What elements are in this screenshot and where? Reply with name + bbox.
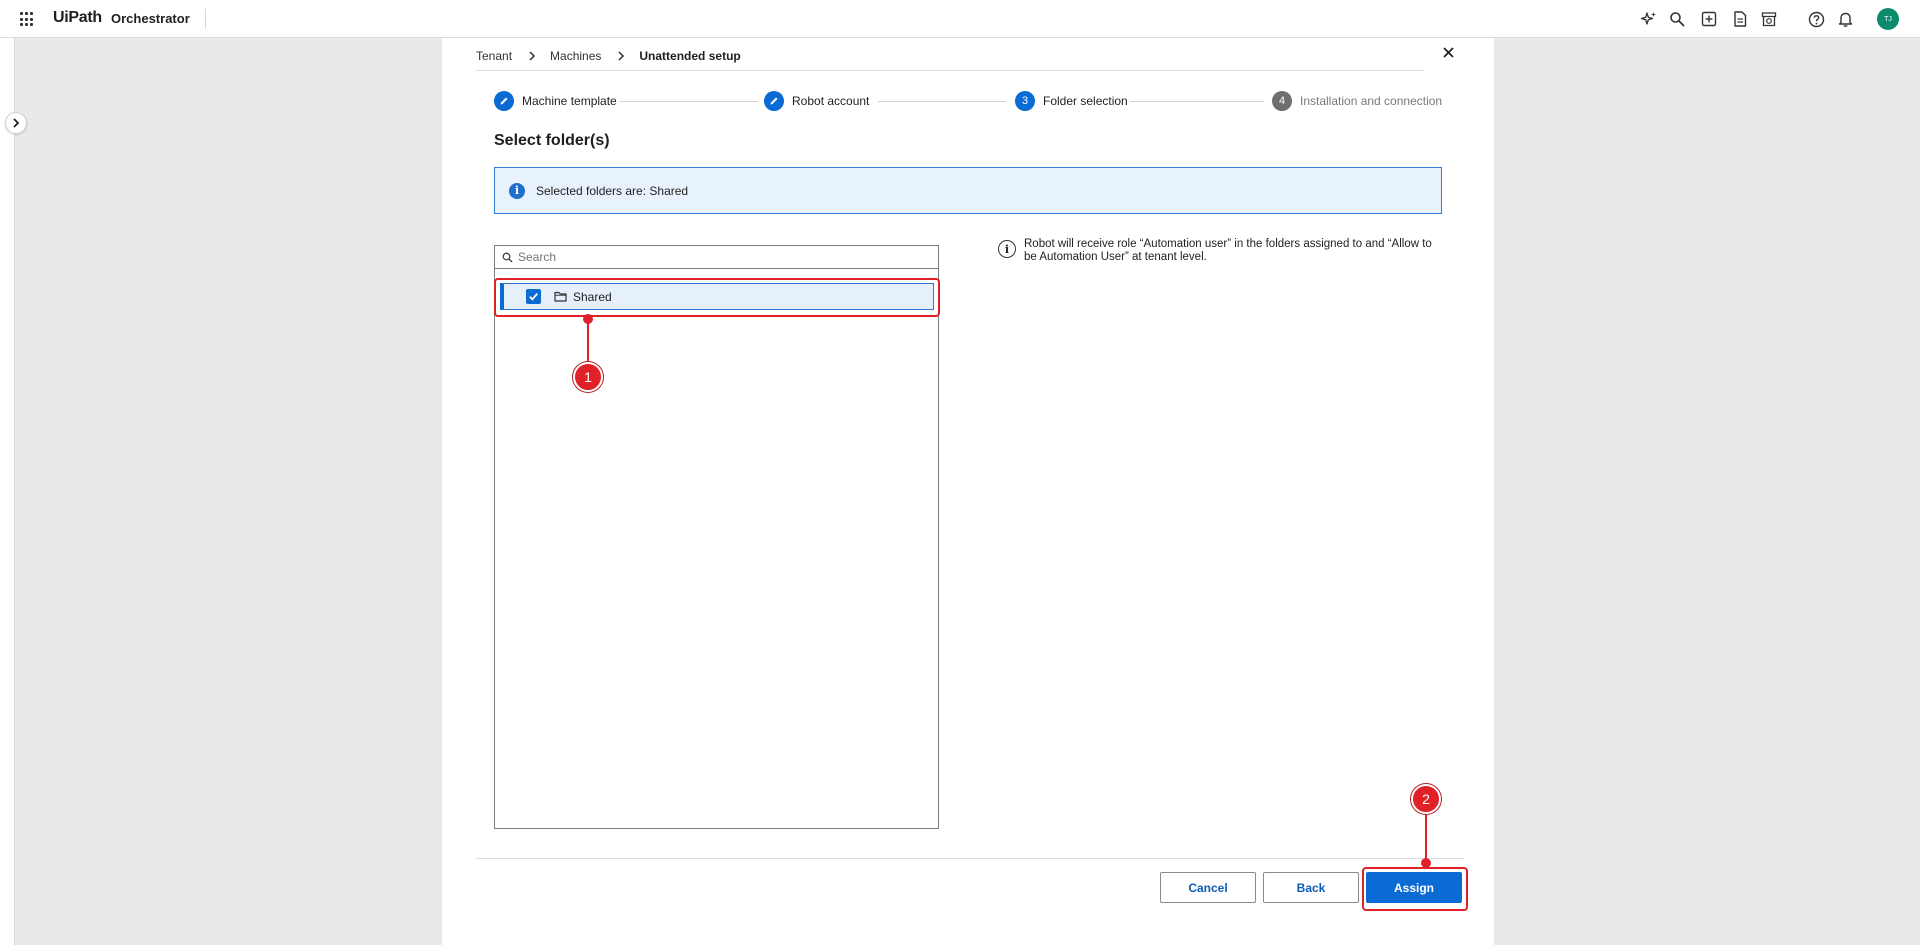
add-icon[interactable] [1699,9,1719,29]
folder-search [494,245,939,269]
step-label: Installation and connection [1300,94,1443,108]
search-icon [502,252,513,262]
step-installation-connection: 4 Installation and connection [1272,91,1442,111]
document-icon[interactable] [1730,9,1750,29]
info-icon: i [509,182,525,199]
autopilot-icon[interactable] [1639,9,1659,29]
annotation-line [1425,815,1427,860]
pencil-icon [494,91,514,111]
step-connector [878,101,1006,102]
search-icon[interactable] [1667,9,1687,29]
step-connector [620,101,756,102]
page-title: Select folder(s) [494,132,610,149]
chevron-right-icon [13,118,20,128]
role-hint-text: Robot will receive role “Automation user… [1024,238,1432,263]
help-icon[interactable] [1806,9,1826,29]
breadcrumb-current: Unattended setup [639,49,741,63]
step-label: Folder selection [1043,94,1128,108]
step-folder-selection[interactable]: 3 Folder selection [1015,91,1128,111]
annotation-line [587,318,589,362]
expand-sidebar-button[interactable] [5,112,27,134]
uipath-logo[interactable]: UiPath [53,9,102,27]
info-banner-text: Selected folders are: Shared [536,183,689,198]
breadcrumb-tenant[interactable]: Tenant [476,49,512,63]
folder-tree [494,245,939,829]
cancel-button[interactable]: Cancel [1160,872,1256,903]
role-hint: i Robot will receive role “Automation us… [998,238,1438,264]
step-number: 4 [1272,91,1292,111]
step-number: 3 [1015,91,1035,111]
close-icon[interactable] [1440,44,1456,60]
store-icon[interactable] [1759,9,1779,29]
breadcrumb-machines[interactable]: Machines [550,49,601,63]
step-machine-template[interactable]: Machine template [494,91,617,111]
pencil-icon [764,91,784,111]
annotation-highlight-1 [494,278,940,317]
annotation-badge-1: 1 [573,362,603,392]
divider [476,70,1424,71]
step-robot-account[interactable]: Robot account [764,91,869,111]
annotation-dot [1421,858,1431,868]
annotation-highlight-2 [1362,867,1468,911]
divider [476,858,1464,859]
back-button[interactable]: Back [1263,872,1359,903]
step-label: Robot account [792,94,870,108]
chevron-right-icon [528,51,536,61]
top-bar: UiPath Orchestrator TJ [0,0,1920,38]
annotation-badge-2: 2 [1411,784,1441,814]
setup-panel: Tenant Machines Unattended setup Machine… [442,38,1494,945]
bell-icon[interactable] [1835,9,1855,29]
product-name: Orchestrator [111,11,190,26]
search-input[interactable] [518,250,918,264]
info-outline-icon: i [998,240,1016,258]
left-nav-rail [0,38,15,945]
step-connector [1130,101,1264,102]
breadcrumb: Tenant Machines Unattended setup [476,47,741,65]
info-banner: i Selected folders are: Shared [494,167,1442,214]
divider [205,9,206,29]
user-avatar[interactable]: TJ [1877,8,1899,30]
step-label: Machine template [522,94,617,108]
apps-grid-icon[interactable] [20,12,35,27]
chevron-right-icon [617,51,625,61]
